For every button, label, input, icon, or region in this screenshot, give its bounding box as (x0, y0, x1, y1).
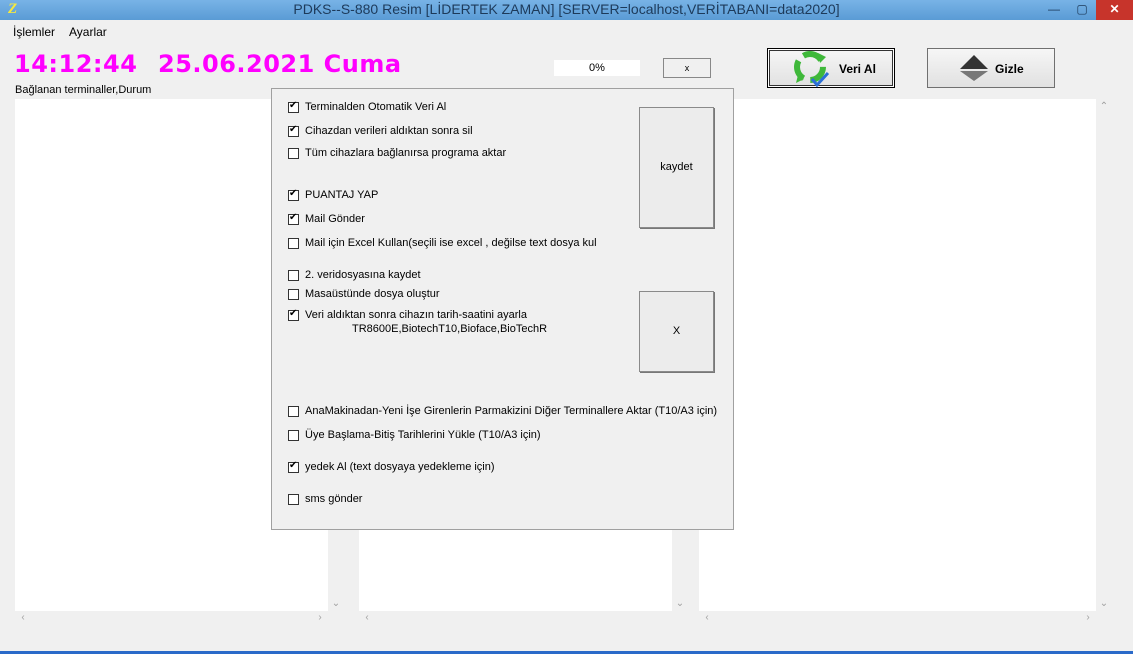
device-models-note: TR8600E,BiotechT10,Bioface,BioTechR (352, 323, 548, 335)
scroll-down-arrow-icon[interactable]: ⌄ (672, 598, 688, 609)
checkbox[interactable] (288, 188, 299, 201)
terminals-caption: Bağlanan terminaller,Durum (15, 84, 152, 96)
option-set-device-time[interactable]: Veri aldıktan sonra cihazın tarih-saatin… (288, 307, 527, 323)
scroll-down-arrow-icon[interactable]: ⌄ (328, 598, 344, 609)
option-backup[interactable]: yedek Al (text dosyaya yedekleme için) (288, 459, 495, 475)
scroll-left-arrow-icon[interactable]: ‹ (359, 612, 375, 623)
right-horizontal-scrollbar[interactable]: ‹ › (699, 611, 1096, 627)
checkbox[interactable] (288, 237, 299, 249)
menu-bar: İşlemler Ayarlar (0, 20, 1133, 42)
progress-bar: 0% (554, 60, 640, 76)
scroll-up-arrow-icon[interactable]: ⌃ (1096, 101, 1112, 112)
option-auto-fetch[interactable]: Terminalden Otomatik Veri Al (288, 99, 446, 115)
checkbox[interactable] (288, 100, 299, 113)
option-transfer-fingerprints[interactable]: AnaMakinadan-Yeni İşe Girenlerin Parmaki… (288, 403, 717, 419)
checkbox[interactable] (288, 460, 299, 473)
checkbox[interactable] (288, 308, 299, 321)
menu-ayarlar[interactable]: Ayarlar (69, 25, 107, 39)
small-x-button[interactable]: x (663, 58, 711, 78)
menu-islemler[interactable]: İşlemler (13, 25, 55, 39)
gizle-button[interactable]: Gizle (927, 48, 1055, 88)
checkbox[interactable] (288, 124, 299, 137)
option-desktop-file[interactable]: Masaüstünde dosya oluştur (288, 286, 440, 302)
checkbox[interactable] (288, 493, 299, 505)
veri-al-label: Veri Al (839, 62, 876, 76)
title-bar: Z PDKS--S-880 Resim [LİDERTEK ZAMAN] [SE… (0, 0, 1133, 20)
middle-horizontal-scrollbar[interactable]: ‹ (359, 611, 672, 627)
window-title: PDKS--S-880 Resim [LİDERTEK ZAMAN] [SERV… (293, 1, 840, 17)
maximize-button[interactable]: ▢ (1068, 0, 1096, 20)
checkbox[interactable] (288, 147, 299, 159)
option-puantaj[interactable]: PUANTAJ YAP (288, 187, 378, 203)
checkbox[interactable] (288, 429, 299, 441)
option-load-member-dates[interactable]: Üye Başlama-Bitiş Tarihlerini Yükle (T10… (288, 427, 541, 443)
close-button[interactable]: ✕ (1096, 0, 1133, 20)
option-send-mail[interactable]: Mail Gönder (288, 211, 365, 227)
checkbox[interactable] (288, 405, 299, 417)
right-list-panel[interactable] (699, 99, 1096, 611)
option-delete-after-fetch[interactable]: Cihazdan verileri aldıktan sonra sil (288, 123, 473, 139)
save-button[interactable]: kaydet (639, 107, 714, 228)
option-mail-excel[interactable]: Mail için Excel Kullan(seçili ise excel … (288, 235, 597, 251)
minimize-button[interactable]: — (1040, 0, 1068, 20)
clock-date: 25.06.2021 Cuma (158, 50, 402, 78)
scroll-right-arrow-icon[interactable]: › (312, 612, 328, 623)
option-send-sms[interactable]: sms gönder (288, 491, 362, 507)
recycle-check-icon (794, 51, 830, 88)
left-horizontal-scrollbar[interactable]: ‹ › (15, 611, 328, 627)
clock-time: 14:12:44 (14, 50, 138, 78)
hide-arrow-icon (960, 55, 988, 81)
option-transfer-all-connected[interactable]: Tüm cihazlara bağlanırsa programa aktar (288, 145, 506, 161)
dialog-close-button[interactable]: X (639, 291, 714, 372)
veri-al-button[interactable]: Veri Al (767, 48, 895, 88)
settings-dialog: Terminalden Otomatik Veri Al Cihazdan ve… (271, 88, 734, 530)
gizle-label: Gizle (995, 62, 1024, 76)
scroll-down-arrow-icon[interactable]: ⌄ (1096, 598, 1112, 609)
checkbox[interactable] (288, 212, 299, 225)
scroll-left-arrow-icon[interactable]: ‹ (15, 612, 31, 623)
right-vertical-scrollbar[interactable]: ⌃ ⌄ (1096, 99, 1112, 611)
scroll-right-arrow-icon[interactable]: › (1080, 612, 1096, 623)
option-second-datafile[interactable]: 2. veridosyasına kaydet (288, 267, 421, 283)
checkbox[interactable] (288, 269, 299, 281)
checkbox[interactable] (288, 288, 299, 300)
scroll-left-arrow-icon[interactable]: ‹ (699, 612, 715, 623)
